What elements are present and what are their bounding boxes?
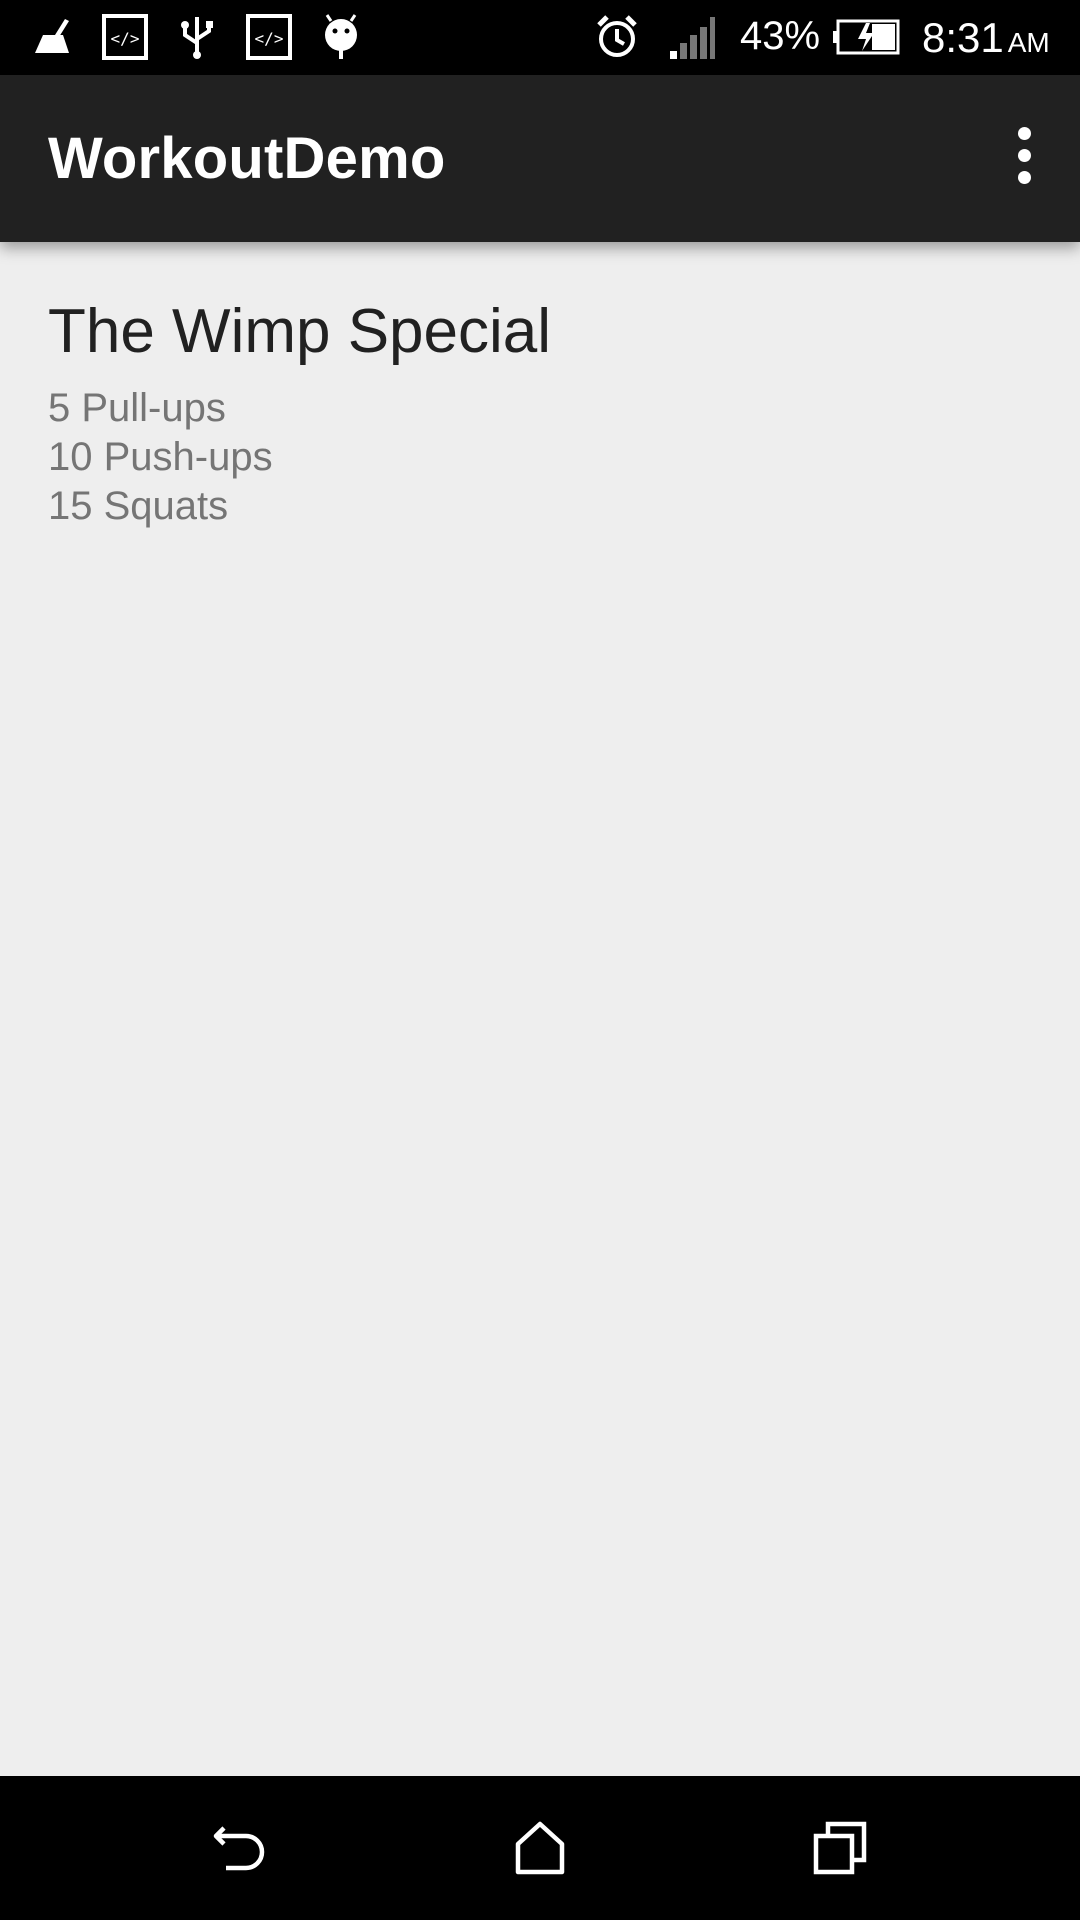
svg-text:</>: </>: [255, 29, 284, 48]
clock: 8:31 AM: [922, 14, 1050, 62]
exercise-item: 10 Push-ups: [48, 435, 273, 480]
app-toolbar: WorkoutDemo: [0, 75, 1080, 242]
android-debug-icon: [314, 10, 368, 64]
exercise-list: 5 Pull-ups 10 Push-ups 15 Squats: [48, 384, 551, 531]
navigation-bar: [0, 1776, 1080, 1920]
workout-list-item[interactable]: The Wimp Special 5 Pull-ups 10 Push-ups …: [48, 297, 552, 531]
clock-time: 8:31: [922, 14, 1004, 61]
clock-ampm: AM: [1007, 27, 1050, 58]
code-icon: </>: [98, 10, 152, 64]
overflow-dot: [1017, 126, 1031, 140]
exercise-item: 15 Squats: [48, 484, 229, 529]
alarm-icon: [590, 10, 644, 64]
battery-charging-icon: [832, 10, 902, 64]
more-vert-icon[interactable]: [992, 105, 1056, 205]
svg-text:</>: </>: [111, 29, 140, 48]
app-title: WorkoutDemo: [48, 126, 446, 191]
cleaner-icon: [26, 10, 80, 64]
recents-icon[interactable]: [790, 1798, 890, 1898]
overflow-dot: [1017, 148, 1031, 162]
exercise-item: 5 Pull-ups: [48, 386, 226, 431]
main-content: The Wimp Special 5 Pull-ups 10 Push-ups …: [0, 242, 1080, 1776]
status-bar: </> </> 43% 8:31 AM: [0, 0, 1080, 75]
workout-title: The Wimp Special: [48, 297, 552, 366]
usb-icon: [170, 10, 224, 64]
signal-icon: [665, 10, 719, 64]
code-icon: </>: [242, 10, 296, 64]
home-icon[interactable]: [490, 1798, 590, 1898]
back-icon[interactable]: [190, 1798, 290, 1898]
battery-percent: 43%: [740, 14, 821, 58]
overflow-dot: [1017, 170, 1031, 184]
